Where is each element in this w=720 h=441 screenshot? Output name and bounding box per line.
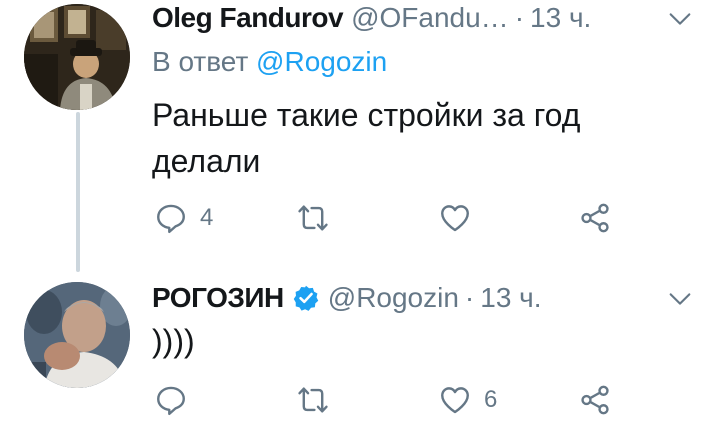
reply-mention-link[interactable]: @Rogozin	[256, 46, 387, 77]
chevron-down-icon[interactable]	[666, 285, 694, 313]
reply-icon	[157, 204, 185, 234]
tweet-header: Oleg Fandurov @OFandu… · 13 ч.	[152, 0, 720, 36]
reply-count: 4	[200, 204, 214, 231]
share-button[interactable]	[578, 198, 612, 238]
like-button[interactable]	[438, 198, 484, 238]
tweet-thread: Oleg Fandurov @OFandu… · 13 ч. В ответ @…	[0, 0, 720, 441]
tweet-timestamp[interactable]: 13 ч.	[530, 2, 591, 34]
share-icon	[581, 203, 609, 233]
like-count: 6	[484, 386, 498, 413]
tweet-item[interactable]: РОГОЗИН @Rogozin · 13 ч. )))) 6	[0, 268, 720, 441]
reply-button[interactable]	[154, 380, 200, 420]
tweet-text: Раньше такие стройки за год делали	[152, 97, 581, 179]
reply-context: В ответ @Rogozin	[152, 46, 387, 78]
retweet-icon	[298, 205, 328, 231]
verified-badge-icon	[293, 285, 319, 311]
author-name[interactable]: Oleg Fandurov	[152, 2, 344, 34]
share-button[interactable]	[578, 380, 612, 420]
avatar[interactable]	[24, 282, 130, 388]
avatar[interactable]	[24, 4, 130, 110]
share-icon	[581, 385, 609, 415]
reply-button[interactable]: 4	[154, 198, 213, 238]
tweet-actions: 4	[152, 198, 632, 238]
retweet-button[interactable]	[296, 198, 342, 238]
thread-connector	[76, 112, 80, 272]
tweet-timestamp[interactable]: 13 ч.	[480, 282, 541, 314]
like-icon	[441, 205, 469, 232]
tweet-header: РОГОЗИН @Rogozin · 13 ч.	[152, 280, 720, 316]
reply-icon	[157, 386, 185, 416]
separator-dot: ·	[514, 2, 525, 33]
chevron-down-icon[interactable]	[666, 5, 694, 33]
tweet-text: ))))	[152, 323, 195, 359]
avatar-image	[24, 4, 130, 110]
tweet-actions: 6	[152, 380, 632, 420]
author-handle[interactable]: @Rogozin	[328, 282, 459, 314]
author-handle[interactable]: @OFandu…	[351, 2, 509, 34]
avatar-image	[24, 282, 130, 388]
tweet-item[interactable]: Oleg Fandurov @OFandu… · 13 ч. В ответ @…	[0, 0, 720, 272]
separator-dot: ·	[464, 282, 475, 313]
retweet-icon	[298, 387, 328, 413]
like-icon	[441, 387, 469, 414]
retweet-button[interactable]	[296, 380, 342, 420]
author-name[interactable]: РОГОЗИН	[152, 282, 284, 314]
reply-prefix: В ответ	[152, 46, 249, 77]
like-button[interactable]: 6	[438, 380, 497, 420]
